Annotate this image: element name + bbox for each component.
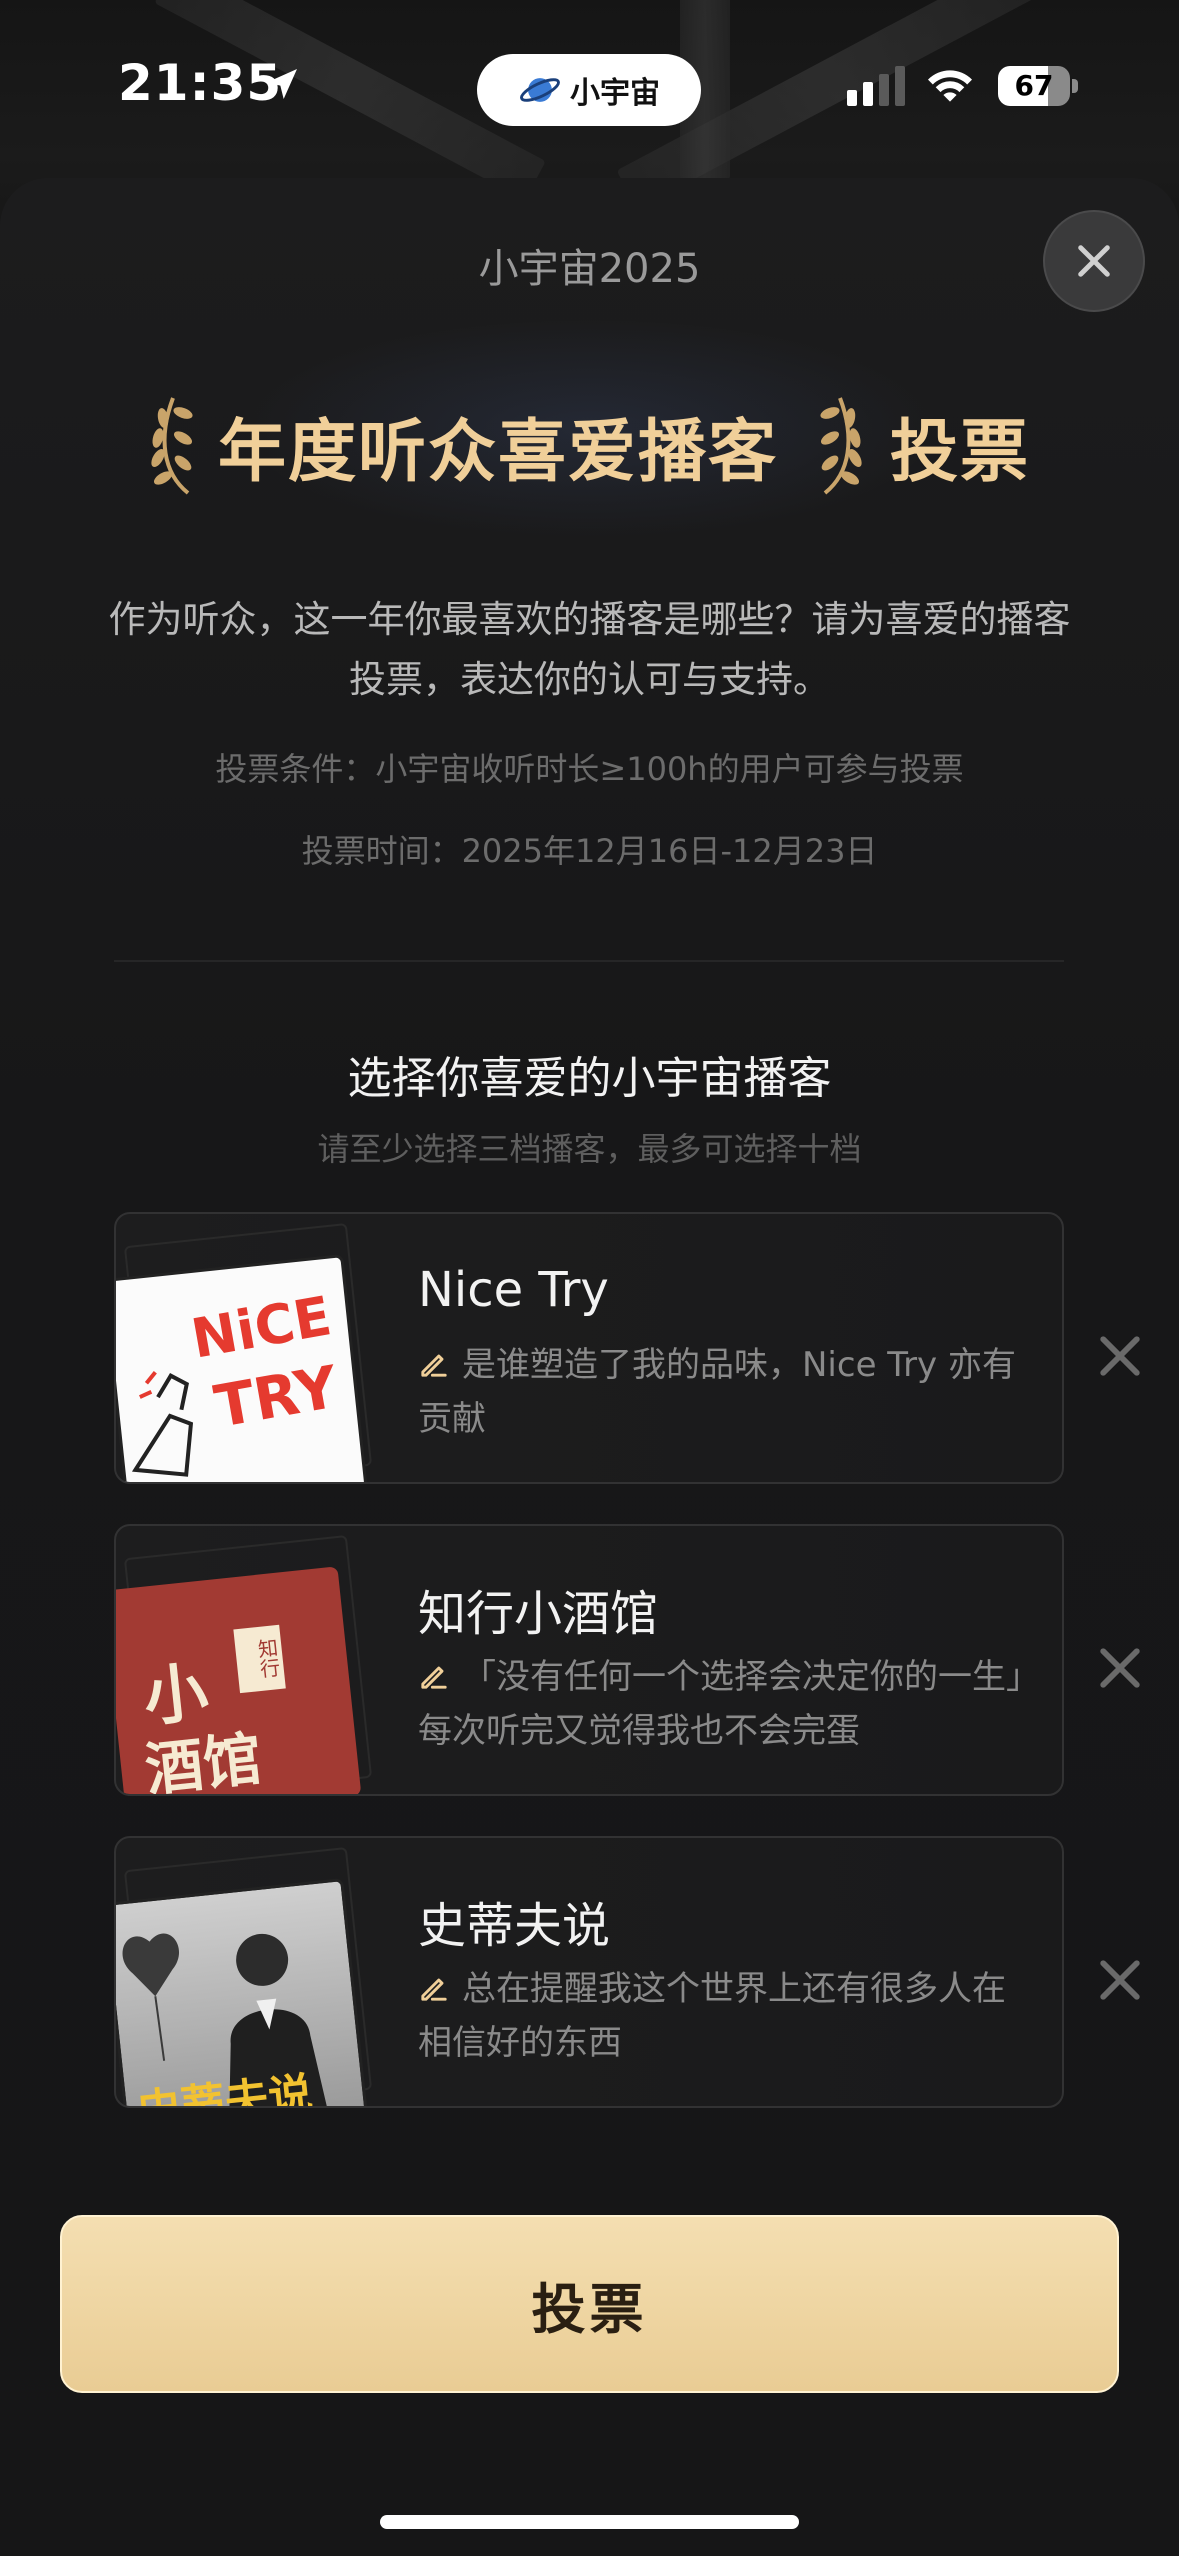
- home-indicator[interactable]: [380, 2515, 799, 2529]
- remove-podcast-icon[interactable]: [1096, 1956, 1144, 2004]
- podcast-quote-text: 是谁塑造了我的品味，Nice Try 亦有贡献: [418, 1345, 1016, 1439]
- pencil-icon: [421, 1666, 447, 1689]
- battery-level: 67: [1014, 69, 1054, 102]
- vote-condition: 投票条件：小宇宙收听时长≥100h的用户可参与投票: [215, 750, 964, 788]
- podcast-quote: 总在提醒我这个世界上还有很多人在相信好的东西: [418, 1962, 1028, 2070]
- vote-sheet: 小宇宙2025 年度听众喜爱播客 投票 作为听众，这一年你最喜欢的播客是哪些？请…: [0, 178, 1179, 2556]
- podcast-name: 史蒂夫说: [418, 1898, 611, 1954]
- podcast-quote-text: 「没有任何一个选择会决定你的一生」每次听完又觉得我也不会完蛋: [418, 1657, 1023, 1751]
- podcast-card[interactable]: 史蒂夫说 史蒂夫说 总在提醒我这个世界上还有很多人在相信好的东西: [114, 1836, 1064, 2108]
- podcast-quote: 是谁塑造了我的品味，Nice Try 亦有贡献: [418, 1338, 1028, 1446]
- remove-podcast-icon[interactable]: [1096, 1644, 1144, 1692]
- location-arrow-icon: [267, 69, 297, 99]
- award-header: 年度听众喜爱播客 投票: [0, 378, 1179, 495]
- status-bar: 21:35 小宇宙 67: [0, 0, 1179, 170]
- remove-podcast-icon[interactable]: [1096, 1332, 1144, 1380]
- podcast-quote: 「没有任何一个选择会决定你的一生」每次听完又觉得我也不会完蛋: [418, 1650, 1028, 1758]
- close-button[interactable]: [1043, 210, 1145, 312]
- award-title: 年度听众喜爱播客: [218, 413, 779, 492]
- pencil-icon: [421, 1978, 447, 2001]
- podcast-card[interactable]: NiCE TRY Nice Try 是谁塑造了我的品味，Nice Try 亦有贡…: [114, 1212, 1064, 1484]
- cover-text: 酒馆: [142, 1724, 265, 1794]
- vote-button-label: 投票: [531, 2277, 648, 2341]
- laurel-right-icon: [820, 397, 862, 495]
- select-subtitle: 请至少选择三档播客，最多可选择十档: [317, 1130, 862, 1168]
- podcast-card[interactable]: 知行 小 酒馆 知行小酒馆 「没有任何一个选择会决定你的一生」每次听完又觉得我也…: [114, 1524, 1064, 1796]
- app-name: 小宇宙: [570, 76, 660, 111]
- vote-button[interactable]: 投票: [60, 2215, 1119, 2393]
- podcast-cover: 知行 小 酒馆: [116, 1566, 362, 1794]
- award-suffix: 投票: [890, 413, 1031, 492]
- signal-icon: [847, 66, 905, 106]
- podcast-name: 知行小酒馆: [418, 1586, 659, 1642]
- app-pill[interactable]: 小宇宙: [477, 54, 701, 126]
- podcast-cover: NiCE TRY: [116, 1253, 368, 1482]
- status-time: 21:35: [118, 54, 283, 112]
- select-title: 选择你喜爱的小宇宙播客: [347, 1053, 832, 1104]
- cover-text: 知行: [233, 1624, 286, 1694]
- planet-icon: [520, 78, 560, 102]
- pencil-icon: [421, 1354, 447, 1377]
- battery-icon: 67: [998, 66, 1078, 106]
- podcast-cover: 史蒂夫说: [116, 1877, 368, 2106]
- podcast-quote-text: 总在提醒我这个世界上还有很多人在相信好的东西: [418, 1969, 1006, 2063]
- podcast-name: Nice Try: [418, 1262, 609, 1318]
- vote-time: 投票时间：2025年12月16日-12月23日: [301, 832, 878, 870]
- laurel-left-icon: [151, 397, 193, 495]
- divider: [114, 960, 1064, 962]
- wifi-icon: [928, 70, 972, 102]
- brand-title: 小宇宙2025: [478, 246, 701, 292]
- close-icon: [1078, 245, 1110, 277]
- vote-description: 作为听众，这一年你最喜欢的播客是哪些？请为喜爱的播客投票，表达你的认可与支持。: [108, 598, 1071, 701]
